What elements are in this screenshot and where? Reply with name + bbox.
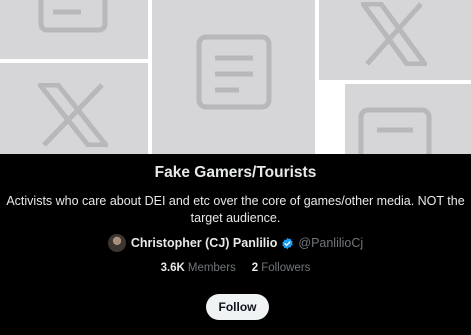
members-count: 3.6K xyxy=(160,262,185,274)
avatar[interactable] xyxy=(107,234,126,252)
community-banner xyxy=(0,0,471,154)
x-logo-icon xyxy=(38,83,108,147)
follow-button[interactable]: Follow xyxy=(206,294,269,320)
community-stats: 3.6K Members 2 Followers xyxy=(0,262,471,274)
community-info: Fake Gamers/Tourists Activists who care … xyxy=(0,154,471,335)
community-description: Activists who care about DEI and etc ove… xyxy=(6,194,465,225)
verified-badge-icon xyxy=(281,237,294,250)
owner-handle[interactable]: @PanlilioCj xyxy=(298,236,363,250)
banner-tile xyxy=(0,0,148,59)
banner-tile xyxy=(319,0,471,80)
followers-stat[interactable]: 2 Followers xyxy=(252,262,311,274)
banner-tile xyxy=(0,63,148,154)
followers-label: Followers xyxy=(261,262,311,274)
followers-count: 2 xyxy=(251,262,259,274)
community-owner[interactable]: Christopher (CJ) Panlilio @PanlilioCj xyxy=(0,234,471,252)
owner-name[interactable]: Christopher (CJ) Panlilio xyxy=(131,236,278,250)
document-icon xyxy=(358,107,432,154)
x-logo-icon xyxy=(361,2,427,66)
community-title: Fake Gamers/Tourists xyxy=(154,164,317,181)
members-label: Members xyxy=(187,262,236,274)
banner-tile xyxy=(152,0,315,154)
banner-tile xyxy=(345,84,471,154)
document-icon xyxy=(196,34,272,110)
document-icon xyxy=(38,0,108,33)
members-stat[interactable]: 3.6K Members xyxy=(161,262,236,274)
